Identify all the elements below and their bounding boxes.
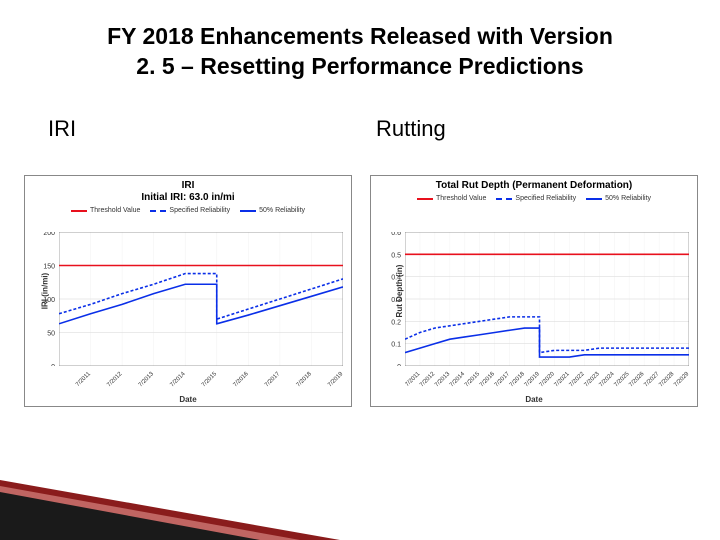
svg-text:50: 50 xyxy=(47,331,55,338)
title-line-2: 2. 5 – Resetting Performance Predictions xyxy=(136,53,583,79)
svg-text:7/2027: 7/2027 xyxy=(643,371,661,389)
footer-wedge-black xyxy=(0,492,260,540)
svg-text:0.5: 0.5 xyxy=(391,252,401,259)
chart-iri-legend: Threshold Value Specified Reliability 50… xyxy=(25,204,351,217)
svg-text:7/2014: 7/2014 xyxy=(169,371,187,389)
svg-text:7/2013: 7/2013 xyxy=(434,371,452,389)
svg-text:7/2026: 7/2026 xyxy=(628,371,646,389)
svg-text:0.3: 0.3 xyxy=(391,297,401,304)
svg-text:0.6: 0.6 xyxy=(391,232,401,237)
subheading-iri: IRI xyxy=(48,116,76,142)
svg-text:200: 200 xyxy=(43,232,55,237)
page-title: FY 2018 Enhancements Released with Versi… xyxy=(0,22,720,82)
subheading-rutting: Rutting xyxy=(376,116,446,142)
svg-text:7/2025: 7/2025 xyxy=(613,371,631,389)
chart-rut-legend: Threshold Value Specified Reliability 50… xyxy=(371,192,697,205)
svg-text:7/2017: 7/2017 xyxy=(264,371,282,389)
chart-rut-xlabel: Date xyxy=(371,395,697,404)
chart-iri-plot xyxy=(59,232,343,366)
slide: FY 2018 Enhancements Released with Versi… xyxy=(0,0,720,540)
svg-text:7/2029: 7/2029 xyxy=(673,371,689,389)
chart-iri-title: IRI Initial IRI: 63.0 in/mi xyxy=(25,176,351,204)
svg-text:7/2013: 7/2013 xyxy=(138,371,156,389)
svg-text:7/2028: 7/2028 xyxy=(658,371,676,389)
svg-text:7/2011: 7/2011 xyxy=(75,371,92,388)
chart-rut-title: Total Rut Depth (Permanent Deformation) xyxy=(371,176,697,192)
svg-text:150: 150 xyxy=(43,264,55,271)
svg-text:0.2: 0.2 xyxy=(391,319,401,326)
svg-text:7/2010: 7/2010 xyxy=(59,371,61,389)
svg-text:7/2018: 7/2018 xyxy=(509,371,527,389)
svg-text:7/2024: 7/2024 xyxy=(598,371,616,389)
svg-text:7/2016: 7/2016 xyxy=(233,371,251,389)
chart-rut-plot xyxy=(405,232,689,366)
svg-text:7/2012: 7/2012 xyxy=(419,371,437,389)
svg-text:0.4: 0.4 xyxy=(391,275,401,282)
svg-text:7/2022: 7/2022 xyxy=(569,371,587,389)
svg-text:7/2020: 7/2020 xyxy=(539,371,557,389)
svg-text:0: 0 xyxy=(51,364,55,366)
chart-rut: Total Rut Depth (Permanent Deformation) … xyxy=(370,175,698,407)
svg-text:7/2015: 7/2015 xyxy=(464,371,482,389)
svg-text:7/2012: 7/2012 xyxy=(106,371,124,389)
svg-text:100: 100 xyxy=(43,297,55,304)
svg-text:7/2014: 7/2014 xyxy=(449,371,467,389)
svg-text:7/2019: 7/2019 xyxy=(327,371,343,389)
chart-iri-xlabel: Date xyxy=(25,395,351,404)
svg-text:0.1: 0.1 xyxy=(391,342,401,349)
svg-text:7/2018: 7/2018 xyxy=(296,371,314,389)
svg-text:7/2017: 7/2017 xyxy=(494,371,512,389)
svg-text:7/2023: 7/2023 xyxy=(584,371,602,389)
svg-text:7/2016: 7/2016 xyxy=(479,371,497,389)
svg-text:7/2021: 7/2021 xyxy=(554,371,572,389)
svg-text:7/2015: 7/2015 xyxy=(201,371,219,389)
svg-text:0: 0 xyxy=(397,364,401,366)
svg-text:7/2019: 7/2019 xyxy=(524,371,542,389)
chart-iri: IRI Initial IRI: 63.0 in/mi Threshold Va… xyxy=(24,175,352,407)
title-line-1: FY 2018 Enhancements Released with Versi… xyxy=(107,23,613,49)
